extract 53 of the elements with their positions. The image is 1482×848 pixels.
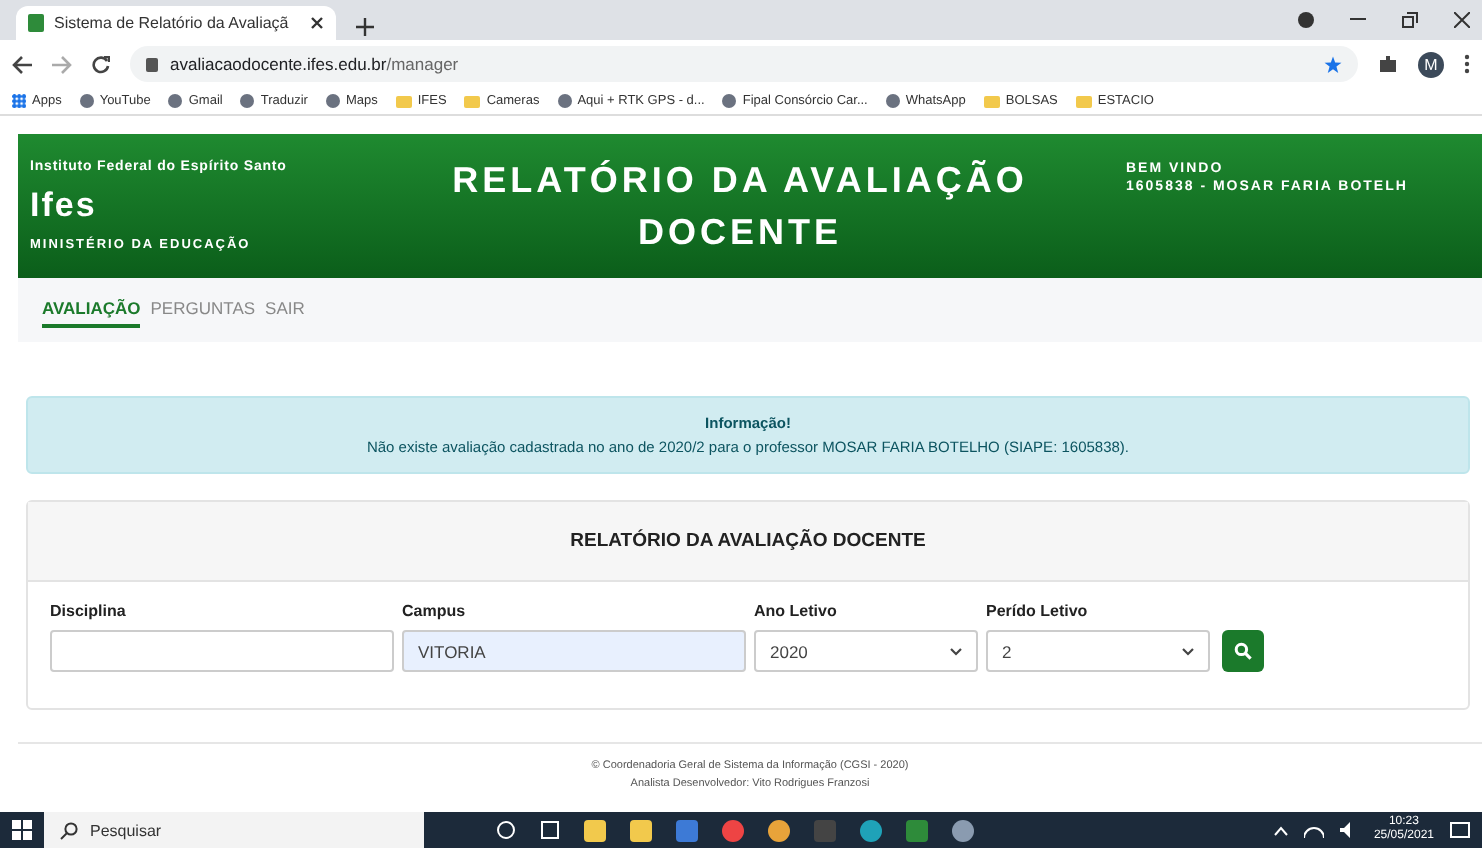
minimize-icon[interactable] xyxy=(1350,18,1366,22)
circle-app-icon[interactable] xyxy=(722,819,744,841)
taskbar-search-field[interactable]: Pesquisar xyxy=(44,812,424,848)
caret-icon xyxy=(950,647,962,655)
site-icon xyxy=(722,94,737,108)
select-field[interactable]: 2020 xyxy=(754,630,978,672)
input-field[interactable] xyxy=(50,630,394,672)
lock-icon xyxy=(146,57,158,71)
logo-text: Ifes xyxy=(30,186,99,226)
apps-grid-icon xyxy=(12,94,26,108)
search-button[interactable] xyxy=(1222,630,1264,672)
folder-icon xyxy=(1075,95,1092,107)
select-field[interactable]: 2 xyxy=(986,630,1210,672)
new-tab-icon[interactable] xyxy=(356,18,374,36)
back-arrow-icon[interactable] xyxy=(12,55,32,73)
folder-icon[interactable] xyxy=(584,819,606,841)
notification-icon[interactable] xyxy=(1450,821,1470,839)
task-view-icon[interactable] xyxy=(540,820,560,840)
site-icon xyxy=(240,94,255,108)
site-icon xyxy=(557,94,572,108)
address-bar[interactable]: avaliacaodocente.ifes.edu.br/manager xyxy=(130,46,1358,82)
browser-tab[interactable]: Sistema de Relatório da Avaliaçã xyxy=(16,6,336,40)
page-title: RELATÓRIO DA AVALIAÇÃO DOCENTE xyxy=(450,158,1030,256)
site-icon xyxy=(168,94,183,108)
profile-menu-icon[interactable] xyxy=(1298,12,1314,28)
search-icon xyxy=(1234,642,1252,660)
site-icon xyxy=(885,94,900,108)
field-label: Perído Letivo xyxy=(986,602,1090,620)
close-icon[interactable] xyxy=(1454,12,1470,28)
windows-logo-icon[interactable] xyxy=(12,820,32,840)
star-icon[interactable] xyxy=(1324,55,1342,73)
caret-icon xyxy=(1182,647,1194,655)
field-label: Campus xyxy=(402,602,468,620)
card-title: RELATÓRIO DA AVALIAÇÃO DOCENTE xyxy=(28,502,1468,582)
folder-icon xyxy=(983,95,1000,107)
folder-icon xyxy=(464,95,481,107)
circle-icon[interactable] xyxy=(496,820,516,840)
search-icon xyxy=(60,821,78,839)
chevron-up-icon[interactable] xyxy=(1273,825,1288,835)
site-icon xyxy=(325,94,340,108)
reload-icon[interactable] xyxy=(92,55,110,73)
profile-avatar[interactable]: M xyxy=(1418,51,1444,77)
field-label: Ano Letivo xyxy=(754,602,839,620)
favicon-icon xyxy=(28,14,44,32)
input-field[interactable]: VITORIA xyxy=(402,630,746,672)
close-icon[interactable] xyxy=(310,16,324,30)
nav-link[interactable]: AVALIAÇÃO xyxy=(42,293,141,327)
field-label: Disciplina xyxy=(50,602,128,620)
site-icon xyxy=(79,94,94,108)
network-icon[interactable] xyxy=(1303,822,1324,838)
more-icon[interactable] xyxy=(1464,54,1470,74)
folder-icon xyxy=(395,95,412,107)
restore-icon[interactable] xyxy=(1402,12,1418,28)
